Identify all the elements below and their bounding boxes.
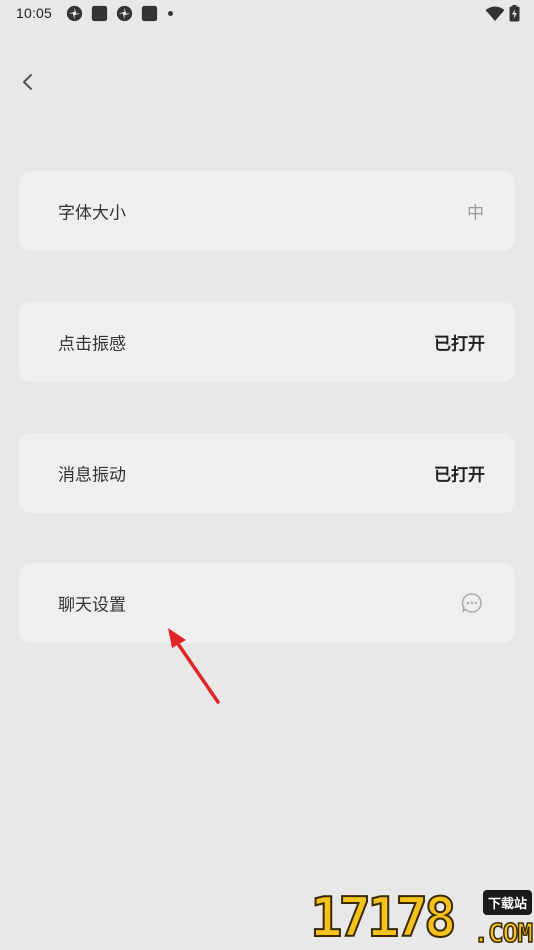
setting-value: 已打开 bbox=[434, 334, 485, 355]
setting-tap-vibration[interactable]: 点击振感 已打开 bbox=[19, 302, 515, 382]
watermark-logo: 17178 下载站 .COM bbox=[309, 886, 534, 950]
system-icons bbox=[485, 5, 520, 22]
setting-value: 中 bbox=[467, 203, 484, 224]
notification-icons bbox=[66, 5, 173, 22]
setting-label: 字体大小 bbox=[58, 203, 126, 224]
status-bar: 10:05 bbox=[0, 0, 534, 28]
setting-message-vibration[interactable]: 消息振动 已打开 bbox=[19, 433, 515, 513]
chevron-left-icon bbox=[23, 74, 32, 90]
dot-icon bbox=[168, 11, 173, 16]
red-arrow-annotation bbox=[168, 628, 220, 704]
back-button[interactable] bbox=[14, 68, 42, 96]
chat-bubble-icon bbox=[461, 593, 482, 613]
setting-label: 消息振动 bbox=[58, 465, 126, 486]
square-app-icon bbox=[141, 5, 158, 22]
pinwheel-icon bbox=[66, 5, 83, 22]
watermark-digits: 17178 bbox=[309, 886, 458, 949]
setting-value: 已打开 bbox=[434, 465, 485, 486]
watermark-badge: 下载站 bbox=[482, 890, 532, 915]
setting-label: 点击振感 bbox=[58, 334, 126, 355]
setting-label: 聊天设置 bbox=[58, 595, 126, 616]
battery-icon bbox=[509, 5, 520, 22]
setting-font-size[interactable]: 字体大小 中 bbox=[19, 171, 515, 251]
pinwheel-icon bbox=[116, 5, 133, 22]
watermark-domain: .COM bbox=[473, 919, 534, 949]
square-app-icon bbox=[91, 5, 108, 22]
wifi-icon bbox=[485, 6, 505, 21]
setting-chat-settings[interactable]: 聊天设置 bbox=[19, 563, 515, 643]
status-time: 10:05 bbox=[16, 5, 53, 21]
